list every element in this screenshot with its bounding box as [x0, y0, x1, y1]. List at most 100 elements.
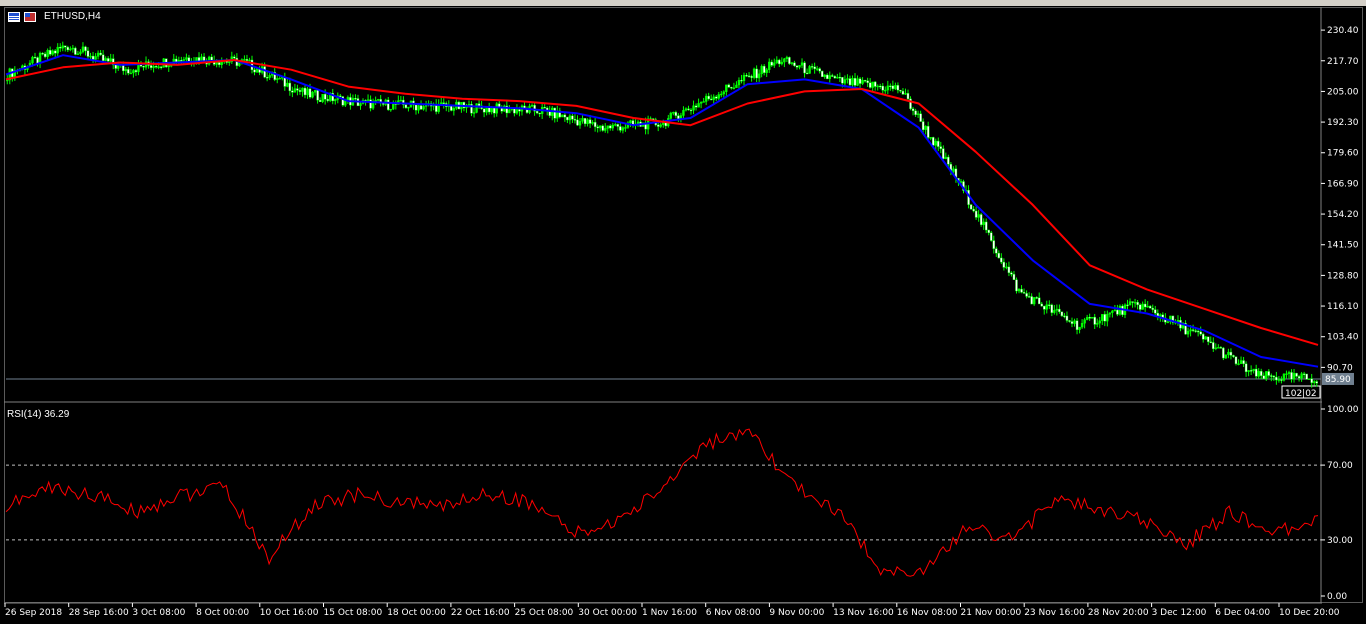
candle-body [530, 104, 534, 107]
candle-body [717, 94, 720, 99]
time-tick-label: 9 Nov 00:00 [769, 608, 824, 618]
candle-body [757, 73, 761, 79]
time-tick-label: 21 Nov 00:00 [961, 608, 1022, 618]
candle-body [326, 99, 329, 101]
candle-body [255, 68, 259, 73]
candle-body [59, 46, 62, 49]
candle-body [1307, 378, 1311, 380]
candle-body [876, 85, 879, 88]
candle-body [727, 84, 731, 88]
candle-body [593, 122, 597, 127]
candle-body [89, 55, 92, 58]
price-tick-label: 230.40 [1327, 26, 1359, 36]
candle-body [694, 105, 698, 108]
candle-body [154, 66, 158, 68]
candle-body [1265, 371, 1268, 379]
candle-body [750, 76, 753, 78]
candle-body [921, 121, 925, 130]
candle-body [831, 75, 834, 77]
candle-body [775, 59, 778, 64]
candle-body [127, 69, 130, 74]
candle-body [485, 107, 488, 113]
candle-body [518, 109, 521, 112]
candle-body [821, 70, 824, 77]
candle-body [1141, 303, 1144, 310]
candle-body [573, 119, 577, 121]
candle-body [69, 48, 72, 51]
candle-body [588, 119, 592, 124]
candle-body [493, 107, 496, 114]
candle-body [828, 75, 831, 80]
candle-body [41, 52, 44, 55]
candle-body [788, 57, 791, 64]
candle-body [843, 79, 847, 84]
candle-body [1249, 370, 1253, 372]
candle-body [452, 108, 456, 111]
candle-body [1037, 297, 1041, 305]
candle-body [142, 65, 145, 68]
candle-body [323, 94, 327, 100]
candle-body [475, 103, 478, 113]
candle-body [1219, 347, 1223, 349]
candle-body [369, 99, 372, 109]
candle-body [790, 62, 794, 64]
candle-body [1166, 321, 1170, 323]
candle-body [760, 65, 763, 75]
candle-body [1088, 317, 1091, 319]
candle-body [1196, 330, 1200, 333]
candle-body [51, 50, 54, 55]
candle-body [1224, 354, 1228, 359]
time-tick-label: 28 Sep 16:00 [69, 608, 129, 618]
candle-body [1315, 381, 1318, 384]
rsi-line [5, 428, 1319, 577]
candle-body [477, 103, 481, 106]
candle-body [296, 88, 299, 91]
candle-body [217, 62, 221, 65]
candle-body [1128, 301, 1132, 306]
candle-body [611, 124, 614, 129]
candle-body [316, 90, 319, 101]
candle-body [803, 62, 806, 74]
candle-body [553, 107, 556, 119]
candle-body [1285, 373, 1288, 375]
price-chart[interactable]: 230.40 217.70 205.00 192.30 179.60 166.90 154.… [0, 0, 1366, 624]
candle-body [101, 54, 105, 61]
candle-body [185, 57, 188, 60]
candle-body [730, 87, 733, 89]
current-price-tag: 85.90 [1325, 375, 1351, 385]
candle-body [482, 108, 486, 113]
candle-body [253, 69, 256, 73]
candle-body [134, 70, 138, 73]
candle-body [765, 69, 768, 73]
candle-body [979, 214, 983, 225]
candle-body [114, 64, 117, 69]
candle-body [157, 66, 160, 68]
candle-body [1116, 309, 1119, 315]
candle-body [1058, 308, 1061, 313]
candle-body [1234, 356, 1238, 365]
candle-body [886, 85, 890, 91]
candle-body [376, 99, 380, 101]
candle-body [1043, 305, 1046, 310]
candle-body [1055, 308, 1059, 311]
candle-body [1015, 279, 1018, 292]
candle-body [846, 78, 849, 80]
candle-body [1063, 315, 1066, 318]
candle-body [982, 221, 985, 225]
candle-body [263, 66, 266, 78]
candle-body [914, 110, 917, 115]
candle-body [538, 112, 541, 115]
time-tick-label: 15 Oct 08:00 [324, 608, 383, 618]
candle-body [742, 75, 746, 81]
candle-body [1305, 373, 1308, 380]
candle-body [298, 90, 302, 92]
price-tick-label: 192.30 [1327, 118, 1359, 128]
candle-body [669, 112, 673, 119]
candle-body [1032, 297, 1036, 305]
candle-body [56, 46, 59, 54]
candle-body [818, 68, 821, 72]
candle-body [851, 78, 854, 86]
candle-body [1207, 336, 1210, 342]
candle-body [245, 59, 249, 61]
candle-body [1030, 296, 1033, 305]
